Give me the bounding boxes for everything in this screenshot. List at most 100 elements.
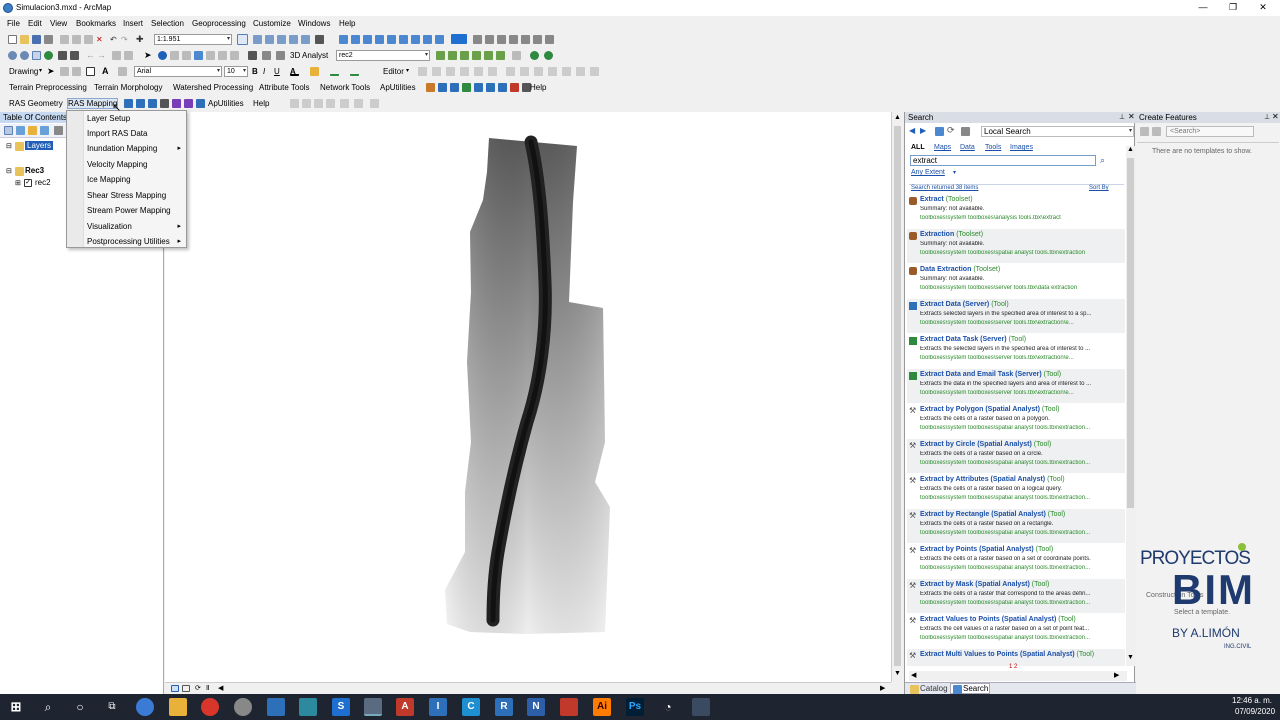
map-icon-e[interactable]: [387, 35, 396, 44]
add-data-icon[interactable]: ✚: [136, 35, 145, 44]
attributes-icon[interactable]: [576, 67, 585, 76]
hydro-tool-icon-c[interactable]: [450, 83, 459, 92]
search-input[interactable]: extract: [910, 155, 1096, 166]
hydro-tool-icon-d[interactable]: [462, 83, 471, 92]
menu-item-velocity-mapping[interactable]: Velocity Mapping: [67, 157, 186, 172]
search-result-item[interactable]: ⚒ Extract by Mask (Spatial Analyst) (Tool…: [907, 579, 1125, 613]
scroll-up-icon[interactable]: ▲: [1127, 146, 1134, 153]
menu-selection[interactable]: Selection: [151, 19, 184, 28]
arcglobe-icon[interactable]: [544, 51, 553, 60]
scroll-right-icon[interactable]: ▶: [880, 684, 885, 692]
scale-combo[interactable]: 1:1.951 ▾: [154, 34, 232, 45]
search-result-item[interactable]: Extraction (Toolset) Summary: not availab…: [907, 229, 1125, 263]
hydro-help-menu[interactable]: Help: [530, 83, 546, 92]
file-explorer-icon[interactable]: [169, 698, 187, 716]
menu-item-shear-stress-mapping[interactable]: Shear Stress Mapping: [67, 188, 186, 203]
3d-tool-icon-c[interactable]: [460, 51, 469, 60]
menu-item-stream-power-mapping[interactable]: Stream Power Mapping: [67, 203, 186, 218]
end-point-arc-icon[interactable]: [460, 67, 469, 76]
tab-images[interactable]: Images: [1010, 144, 1033, 151]
tool-icon-b[interactable]: [485, 35, 494, 44]
scroll-up-icon[interactable]: ▲: [894, 114, 901, 121]
app-icon-h[interactable]: N: [527, 698, 545, 716]
group-layer-rec3[interactable]: Rec3: [25, 166, 44, 175]
attribute-tools-menu[interactable]: Attribute Tools: [259, 83, 310, 92]
layout-view-icon[interactable]: [182, 685, 190, 692]
edit-vertices-tool-icon[interactable]: [506, 67, 515, 76]
3d-tool-icon-g[interactable]: [512, 51, 521, 60]
3d-tool-icon-d[interactable]: [472, 51, 481, 60]
ras-tool-icon-a[interactable]: [124, 99, 133, 108]
layer-visibility-checkbox[interactable]: ✓: [24, 179, 32, 187]
menu-help[interactable]: Help: [339, 19, 355, 28]
ras-tool-icon-e[interactable]: [172, 99, 181, 108]
delete-icon[interactable]: ✕: [96, 35, 105, 44]
search-result-item[interactable]: ⚒ Extract by Polygon (Spatial Analyst) (T…: [907, 404, 1125, 438]
search-options-icon[interactable]: [961, 127, 970, 136]
layers-dataframe[interactable]: Layers: [25, 141, 54, 150]
search-result-item[interactable]: Extract Data (Server) (Tool) Extracts sel…: [907, 299, 1125, 333]
watershed-processing-menu[interactable]: Watershed Processing: [173, 83, 253, 92]
scroll-thumb[interactable]: [894, 126, 901, 666]
copy-icon[interactable]: [72, 35, 81, 44]
menu-file[interactable]: File: [7, 19, 20, 28]
list-by-drawing-order-icon[interactable]: [4, 126, 13, 135]
fixed-zoom-in-icon[interactable]: [58, 51, 67, 60]
close-panel-icon[interactable]: ✕: [1128, 112, 1135, 121]
menu-item-ice-mapping[interactable]: Ice Mapping: [67, 172, 186, 187]
viewer-icon[interactable]: [262, 51, 271, 60]
menu-item-import-ras-data[interactable]: Import RAS Data: [67, 126, 186, 141]
layer-combo[interactable]: rec2 ▾: [336, 50, 430, 61]
back-icon[interactable]: ←: [86, 51, 95, 60]
search-window-icon[interactable]: [277, 35, 286, 44]
map-icon-d[interactable]: [375, 35, 384, 44]
app-icon-g[interactable]: R: [495, 698, 513, 716]
3d-tool-icon-f[interactable]: [496, 51, 505, 60]
undo-icon[interactable]: ↶: [110, 35, 119, 44]
aputilities-menu[interactable]: ApUtilities: [380, 83, 416, 92]
rotate-edit-icon[interactable]: [562, 67, 571, 76]
select-elements-icon[interactable]: ➤: [144, 51, 153, 60]
app-icon-b[interactable]: [267, 698, 285, 716]
identify-icon[interactable]: [158, 51, 167, 60]
html-popup-icon[interactable]: [182, 51, 191, 60]
search-result-item[interactable]: Extract (Toolset) Summary: not available.…: [907, 194, 1125, 228]
ras-geometry-menu[interactable]: RAS Geometry: [9, 99, 63, 108]
zoom-whole-page-icon[interactable]: [72, 67, 81, 76]
line-color-icon[interactable]: [330, 67, 339, 76]
hyperlink-icon[interactable]: [170, 51, 179, 60]
menu-geoprocessing[interactable]: Geoprocessing: [192, 19, 246, 28]
results-scrollbar[interactable]: ▲ ▼: [1126, 146, 1135, 666]
list-by-visibility-icon[interactable]: [28, 126, 37, 135]
search-button-icon[interactable]: ⌕: [1100, 155, 1112, 166]
toc-options-icon[interactable]: [54, 126, 63, 135]
hydro-tool-icon-g[interactable]: [498, 83, 507, 92]
ras-tool-icon-l[interactable]: [340, 99, 349, 108]
app-icon-c[interactable]: [299, 698, 317, 716]
tab-tools[interactable]: Tools: [985, 144, 1001, 151]
map-icon-h[interactable]: [423, 35, 432, 44]
hydro-tool-icon-h[interactable]: [510, 83, 519, 92]
3d-tool-icon-a[interactable]: [436, 51, 445, 60]
menu-edit[interactable]: Edit: [28, 19, 42, 28]
pin-icon[interactable]: ⊥: [1119, 113, 1125, 121]
extent-filter[interactable]: Any Extent: [911, 169, 945, 176]
home-icon[interactable]: [935, 127, 944, 136]
collapse-icon[interactable]: ⊟: [6, 167, 12, 175]
search-result-item[interactable]: ⚒ Extract by Circle (Spatial Analyst) (To…: [907, 439, 1125, 473]
ras-tool-icon-f[interactable]: [184, 99, 193, 108]
tool-icon-e[interactable]: [521, 35, 530, 44]
straight-segment-icon[interactable]: [446, 67, 455, 76]
template-search-input[interactable]: <Search>: [1166, 126, 1254, 137]
search-result-item[interactable]: ⚒ Extract Values to Points (Spatial Analy…: [907, 614, 1125, 648]
reshape-icon[interactable]: [520, 67, 529, 76]
search-result-item[interactable]: ⚒ Extract by Points (Spatial Analyst) (To…: [907, 544, 1125, 578]
map-view[interactable]: [165, 112, 891, 682]
model-builder-icon[interactable]: [315, 35, 324, 44]
browser-icon[interactable]: [136, 698, 154, 716]
tab-maps[interactable]: Maps: [934, 144, 951, 151]
restore-icon[interactable]: ❐: [1223, 2, 1243, 14]
chrome-icon[interactable]: [201, 698, 219, 716]
calculator-icon[interactable]: [692, 698, 710, 716]
pin-icon[interactable]: ⊥: [1264, 113, 1270, 121]
